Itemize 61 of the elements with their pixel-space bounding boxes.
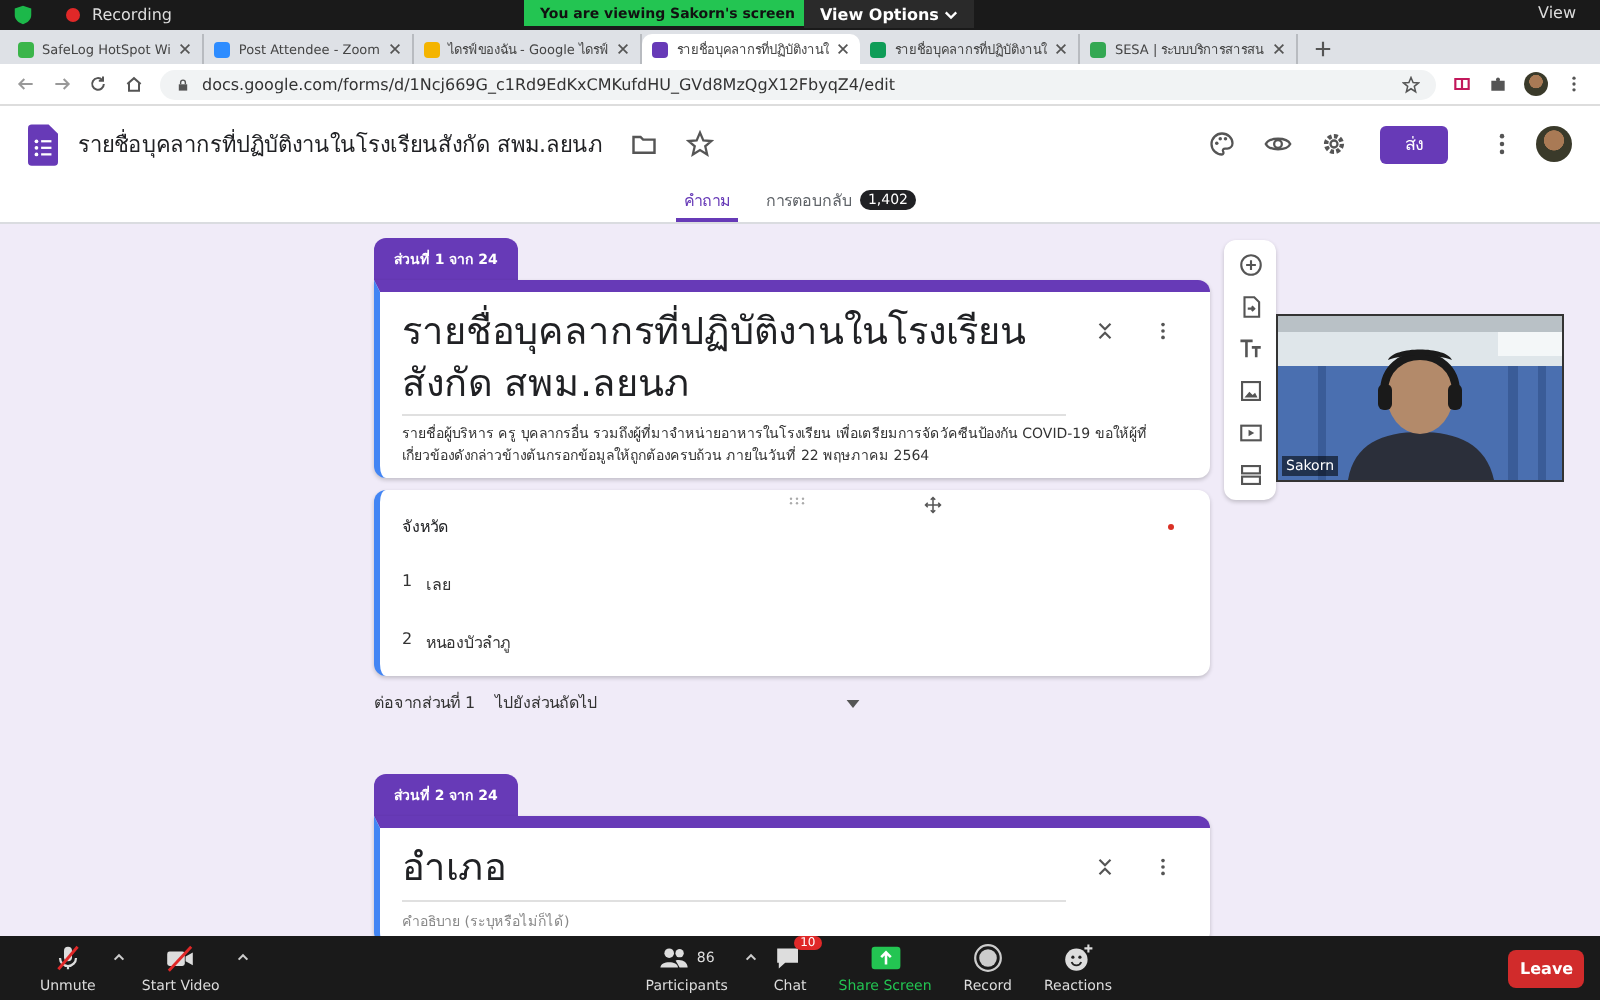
form-tab[interactable]: คำถาม: [675, 182, 738, 222]
import-icon[interactable]: [1237, 294, 1263, 320]
form-title: รายชื่อบุคลากรที่ปฏิบัติงานในโรงเรียนสังกัด สพม.ลยนภ: [78, 127, 602, 162]
close-icon[interactable]: [387, 42, 402, 56]
palette-icon[interactable]: [1208, 130, 1236, 158]
view-options-button[interactable]: View Options: [804, 0, 975, 28]
muted-camera-icon: [164, 942, 197, 974]
back-icon[interactable]: [16, 74, 36, 94]
close-icon[interactable]: [616, 42, 631, 56]
forms-logo-icon[interactable]: [28, 123, 58, 165]
text-icon[interactable]: [1237, 336, 1263, 362]
dropdown-arrow-icon: [845, 699, 860, 708]
send-button[interactable]: ส่ง: [1380, 125, 1448, 163]
video-icon[interactable]: [1237, 420, 1263, 446]
image-icon[interactable]: [1237, 378, 1263, 404]
star-icon[interactable]: [1402, 75, 1420, 93]
after-section-label: ต่อจากส่วนที่ 1: [374, 690, 476, 717]
star-icon[interactable]: [686, 130, 714, 158]
option-label: หนองบัวลำภู: [426, 632, 511, 657]
question-title: จังหวัด: [402, 516, 448, 541]
reload-icon[interactable]: [88, 74, 108, 94]
avatar[interactable]: [1536, 126, 1572, 162]
record-icon: [971, 942, 1004, 974]
address-bar[interactable]: docs.google.com/forms/d/1Ncj669G_c1Rd9EdKxCMKufdHU_GVd8MzQgX12FbyqZ4/edit: [160, 69, 1436, 99]
collapse-icon[interactable]: [1094, 856, 1116, 879]
people-icon: [658, 942, 691, 974]
smiley-icon: [1062, 942, 1094, 974]
close-icon[interactable]: [1054, 42, 1069, 56]
add-icon[interactable]: [1237, 252, 1263, 278]
extension-icon[interactable]: [1452, 74, 1472, 94]
recording-label: Recording: [92, 6, 173, 24]
required-mark-icon: [1168, 524, 1174, 531]
avatar[interactable]: [1524, 72, 1548, 96]
close-icon[interactable]: [1271, 42, 1286, 56]
caret-icon[interactable]: [235, 949, 250, 963]
option-number: 2: [402, 630, 413, 653]
view-button[interactable]: View: [1526, 2, 1588, 24]
caret-icon[interactable]: [743, 949, 758, 963]
new-tab-icon[interactable]: [1313, 40, 1332, 58]
close-icon[interactable]: [178, 42, 193, 56]
close-icon[interactable]: [836, 42, 851, 56]
next-section-dropdown[interactable]: ไปยังส่วนถัดไป: [495, 690, 860, 717]
move-cursor-icon: [924, 496, 942, 515]
home-icon[interactable]: [124, 74, 144, 94]
caret-icon: [944, 7, 959, 21]
shield-icon: [12, 4, 34, 26]
folder-icon[interactable]: [630, 130, 658, 158]
option-label: เลย: [426, 574, 453, 599]
record-dot-icon: [66, 8, 80, 22]
forward-icon[interactable]: [52, 74, 72, 94]
collapse-icon[interactable]: [1094, 320, 1116, 342]
leave-button[interactable]: Leave: [1508, 949, 1585, 987]
drag-handle-icon[interactable]: [788, 496, 806, 507]
lock-icon: [176, 77, 190, 91]
settings-icon[interactable]: [1320, 130, 1348, 158]
section-title[interactable]: อำเภอ: [402, 844, 1066, 902]
section-icon[interactable]: [1237, 462, 1263, 488]
share-screen-icon: [869, 942, 902, 974]
section-title[interactable]: รายชื่อบุคลากรที่ปฏิบัติงานในโรงเรียนสังกัด สพม.ลยนภ: [402, 308, 1066, 417]
caret-icon[interactable]: [111, 949, 126, 963]
option-number: 1: [402, 572, 413, 595]
